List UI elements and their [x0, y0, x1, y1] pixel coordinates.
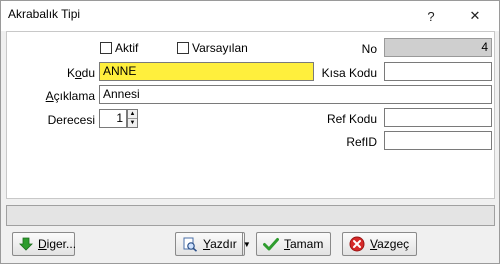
cancel-icon [349, 236, 365, 252]
varsayilan-checkbox[interactable]: Varsayılan [177, 41, 248, 55]
dialog-window: Akrabalık Tipi ? ✕ Aktif Varsayılan No 4… [0, 0, 500, 264]
kisa-kodu-input[interactable] [384, 62, 492, 81]
varsayilan-label: Varsayılan [192, 41, 248, 55]
vazgec-button[interactable]: Vazgeç [342, 232, 417, 256]
refid-label: RefID [346, 135, 377, 149]
help-button[interactable]: ? [409, 1, 453, 31]
kodu-label: Kodu [66, 66, 95, 80]
varsayilan-checkbox-box[interactable] [177, 42, 189, 54]
status-bar [6, 205, 495, 226]
ref-kodu-label: Ref Kodu [326, 112, 377, 126]
window-title: Akrabalık Tipi [8, 7, 81, 21]
refid-input[interactable] [384, 131, 492, 150]
aktif-label: Aktif [115, 41, 139, 55]
aciklama-label: Açıklama [45, 89, 95, 103]
derecesi-label: Derecesi [47, 113, 95, 127]
aciklama-input[interactable]: Annesi [99, 85, 492, 104]
close-icon: ✕ [469, 8, 481, 23]
checkmark-icon [263, 238, 279, 251]
help-icon: ? [427, 8, 435, 24]
no-field: 4 [384, 38, 492, 57]
kisa-kodu-label: Kısa Kodu [321, 66, 377, 80]
yazdir-button[interactable]: Yazdır ▼ [175, 232, 251, 256]
form-panel: Aktif Varsayılan No 4 Kodu ANNE Kısa Kod… [6, 31, 495, 199]
no-label: No [361, 42, 377, 56]
aktif-checkbox-box[interactable] [100, 42, 112, 54]
close-button[interactable]: ✕ [453, 1, 497, 31]
yazdir-label: Yazdır [203, 237, 237, 251]
arrow-down-icon [19, 237, 33, 251]
derecesi-spinner[interactable]: ▲ ▼ [127, 109, 138, 128]
diger-button[interactable]: Diger... [12, 232, 77, 256]
print-preview-icon [183, 237, 198, 252]
tamam-label: Tamam [284, 237, 324, 251]
tamam-button[interactable]: Tamam [256, 232, 331, 256]
diger-label: Diger... [38, 237, 77, 251]
yazdir-dropdown-icon[interactable]: ▼ [241, 233, 251, 255]
spin-down-icon[interactable]: ▼ [128, 118, 137, 126]
vazgec-label: Vazgeç [370, 237, 410, 251]
ref-kodu-input[interactable] [384, 108, 492, 127]
derecesi-input[interactable]: 1 [99, 109, 127, 128]
title-bar: Akrabalık Tipi ? ✕ [1, 1, 499, 31]
spin-up-icon[interactable]: ▲ [128, 110, 137, 118]
kodu-input[interactable]: ANNE [99, 62, 314, 81]
aktif-checkbox[interactable]: Aktif [100, 41, 138, 55]
